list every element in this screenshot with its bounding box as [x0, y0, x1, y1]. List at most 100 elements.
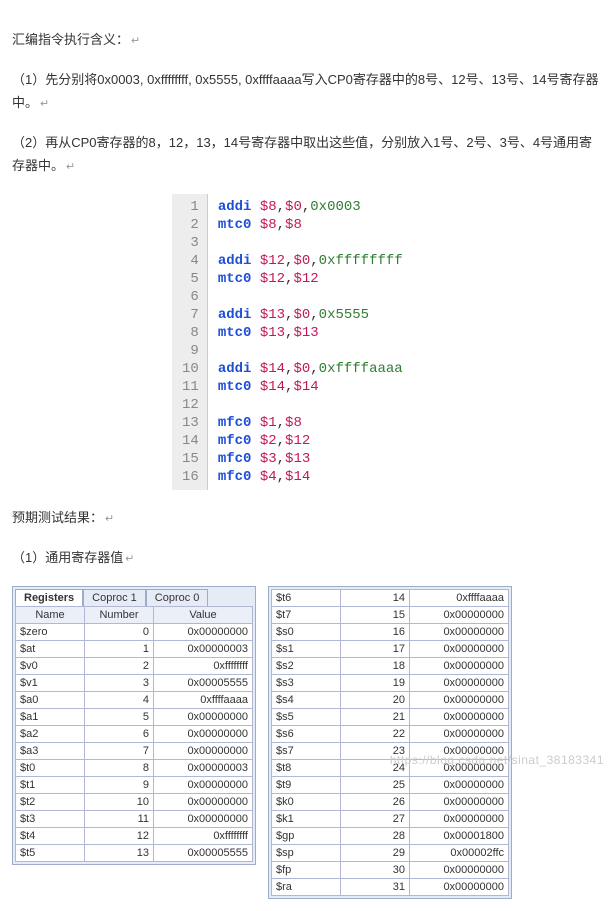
code-line: mtc0 $12,$12	[218, 270, 403, 288]
reg-name: $t3	[16, 810, 85, 827]
reg-name: $t8	[272, 759, 341, 776]
reg-name: $ra	[272, 878, 341, 895]
table-row: $t190x00000000	[16, 776, 253, 793]
reg-value: 0x00000000	[154, 810, 253, 827]
reg-name: $fp	[272, 861, 341, 878]
code-line: mfc0 $2,$12	[218, 432, 403, 450]
reg-value: 0x00000000	[410, 810, 509, 827]
reg-number: 18	[341, 657, 410, 674]
reg-value: 0xffffaaaa	[154, 691, 253, 708]
reg-number: 16	[341, 623, 410, 640]
table-row: $s3190x00000000	[272, 674, 509, 691]
line-number: 15	[182, 450, 199, 468]
reg-number: 1	[85, 640, 154, 657]
reg-name: $v1	[16, 674, 85, 691]
reg-number: 17	[341, 640, 410, 657]
th-number: Number	[85, 606, 154, 623]
line-number: 12	[182, 396, 199, 414]
line-number: 8	[182, 324, 199, 342]
code-line	[218, 288, 403, 306]
code-line: mfc0 $4,$14	[218, 468, 403, 486]
return-mark: ↵	[66, 161, 75, 173]
line-number: 13	[182, 414, 199, 432]
line-number: 9	[182, 342, 199, 360]
tables-row: Registers Coproc 1 Coproc 0 Name Number …	[12, 586, 602, 899]
line-number: 5	[182, 270, 199, 288]
tab-coproc0[interactable]: Coproc 0	[146, 589, 209, 606]
table-row: $t080x00000003	[16, 759, 253, 776]
code-gutter: 12345678910111213141516	[172, 194, 208, 490]
reg-number: 13	[85, 844, 154, 861]
code-line: mtc0 $14,$14	[218, 378, 403, 396]
tab-coproc1[interactable]: Coproc 1	[83, 589, 146, 606]
reg-value: 0x00000000	[410, 640, 509, 657]
code-block: 12345678910111213141516 addi $8,$0,0x000…	[172, 194, 412, 490]
reg-value: 0x00000000	[410, 793, 509, 810]
line-number: 4	[182, 252, 199, 270]
line-number: 16	[182, 468, 199, 486]
reg-value: 0xffffffff	[154, 827, 253, 844]
code-line: addi $14,$0,0xffffaaaa	[218, 360, 403, 378]
reg-name: $sp	[272, 844, 341, 861]
reg-number: 28	[341, 827, 410, 844]
table-row: $a040xffffaaaa	[16, 691, 253, 708]
tabs: Registers Coproc 1 Coproc 0	[15, 589, 253, 606]
reg-name: $s4	[272, 691, 341, 708]
table-header-row: Name Number Value	[16, 606, 253, 623]
table-row: $s4200x00000000	[272, 691, 509, 708]
reg-number: 8	[85, 759, 154, 776]
return-mark: ↵	[40, 98, 49, 110]
code-line: addi $8,$0,0x0003	[218, 198, 403, 216]
para-1: （1）先分别将0x0003, 0xffffffff, 0x5555, 0xfff…	[12, 68, 602, 115]
reg-number: 11	[85, 810, 154, 827]
reg-name: $t9	[272, 776, 341, 793]
left-register-panel: Registers Coproc 1 Coproc 0 Name Number …	[12, 586, 256, 865]
code-line	[218, 342, 403, 360]
reg-name: $zero	[16, 623, 85, 640]
reg-number: 10	[85, 793, 154, 810]
line-number: 10	[182, 360, 199, 378]
reg-value: 0x00000000	[154, 776, 253, 793]
code-line	[218, 396, 403, 414]
reg-value: 0x00000000	[410, 657, 509, 674]
reg-name: $s5	[272, 708, 341, 725]
reg-number: 22	[341, 725, 410, 742]
th-value: Value	[154, 606, 253, 623]
reg-number: 0	[85, 623, 154, 640]
line-number: 3	[182, 234, 199, 252]
reg-value: 0xffffaaaa	[410, 589, 509, 606]
table-row: $sp290x00002ffc	[272, 844, 509, 861]
reg-value: 0x00000000	[410, 861, 509, 878]
reg-value: 0x00000000	[410, 674, 509, 691]
reg-number: 30	[341, 861, 410, 878]
table-row: $a150x00000000	[16, 708, 253, 725]
reg-value: 0x00000000	[154, 793, 253, 810]
reg-name: $t0	[16, 759, 85, 776]
reg-name: $k0	[272, 793, 341, 810]
table-row: $s5210x00000000	[272, 708, 509, 725]
reg-value: 0x00000000	[410, 878, 509, 895]
table-row: $gp280x00001800	[272, 827, 509, 844]
line-number: 11	[182, 378, 199, 396]
reg-number: 12	[85, 827, 154, 844]
code-body: addi $8,$0,0x0003mtc0 $8,$8 addi $12,$0,…	[208, 194, 413, 490]
reg-number: 4	[85, 691, 154, 708]
watermark: https://blog.csdn.net/sinat_38183341	[390, 753, 604, 767]
reg-value: 0x00000000	[154, 742, 253, 759]
reg-name: $v0	[16, 657, 85, 674]
table-row: $k0260x00000000	[272, 793, 509, 810]
para-2: （2）再从CP0寄存器的8，12，13，14号寄存器中取出这些值，分别放入1号、…	[12, 131, 602, 178]
reg-name: $t1	[16, 776, 85, 793]
table-row: $t7150x00000000	[272, 606, 509, 623]
table-row: $s2180x00000000	[272, 657, 509, 674]
reg-number: 7	[85, 742, 154, 759]
reg-number: 2	[85, 657, 154, 674]
tab-registers[interactable]: Registers	[15, 589, 83, 606]
table-row: $zero00x00000000	[16, 623, 253, 640]
table-row: $s1170x00000000	[272, 640, 509, 657]
code-line: addi $13,$0,0x5555	[218, 306, 403, 324]
code-line: mtc0 $8,$8	[218, 216, 403, 234]
title-line: 汇编指令执行含义：↵	[12, 28, 602, 52]
line-number: 6	[182, 288, 199, 306]
reg-name: $t5	[16, 844, 85, 861]
